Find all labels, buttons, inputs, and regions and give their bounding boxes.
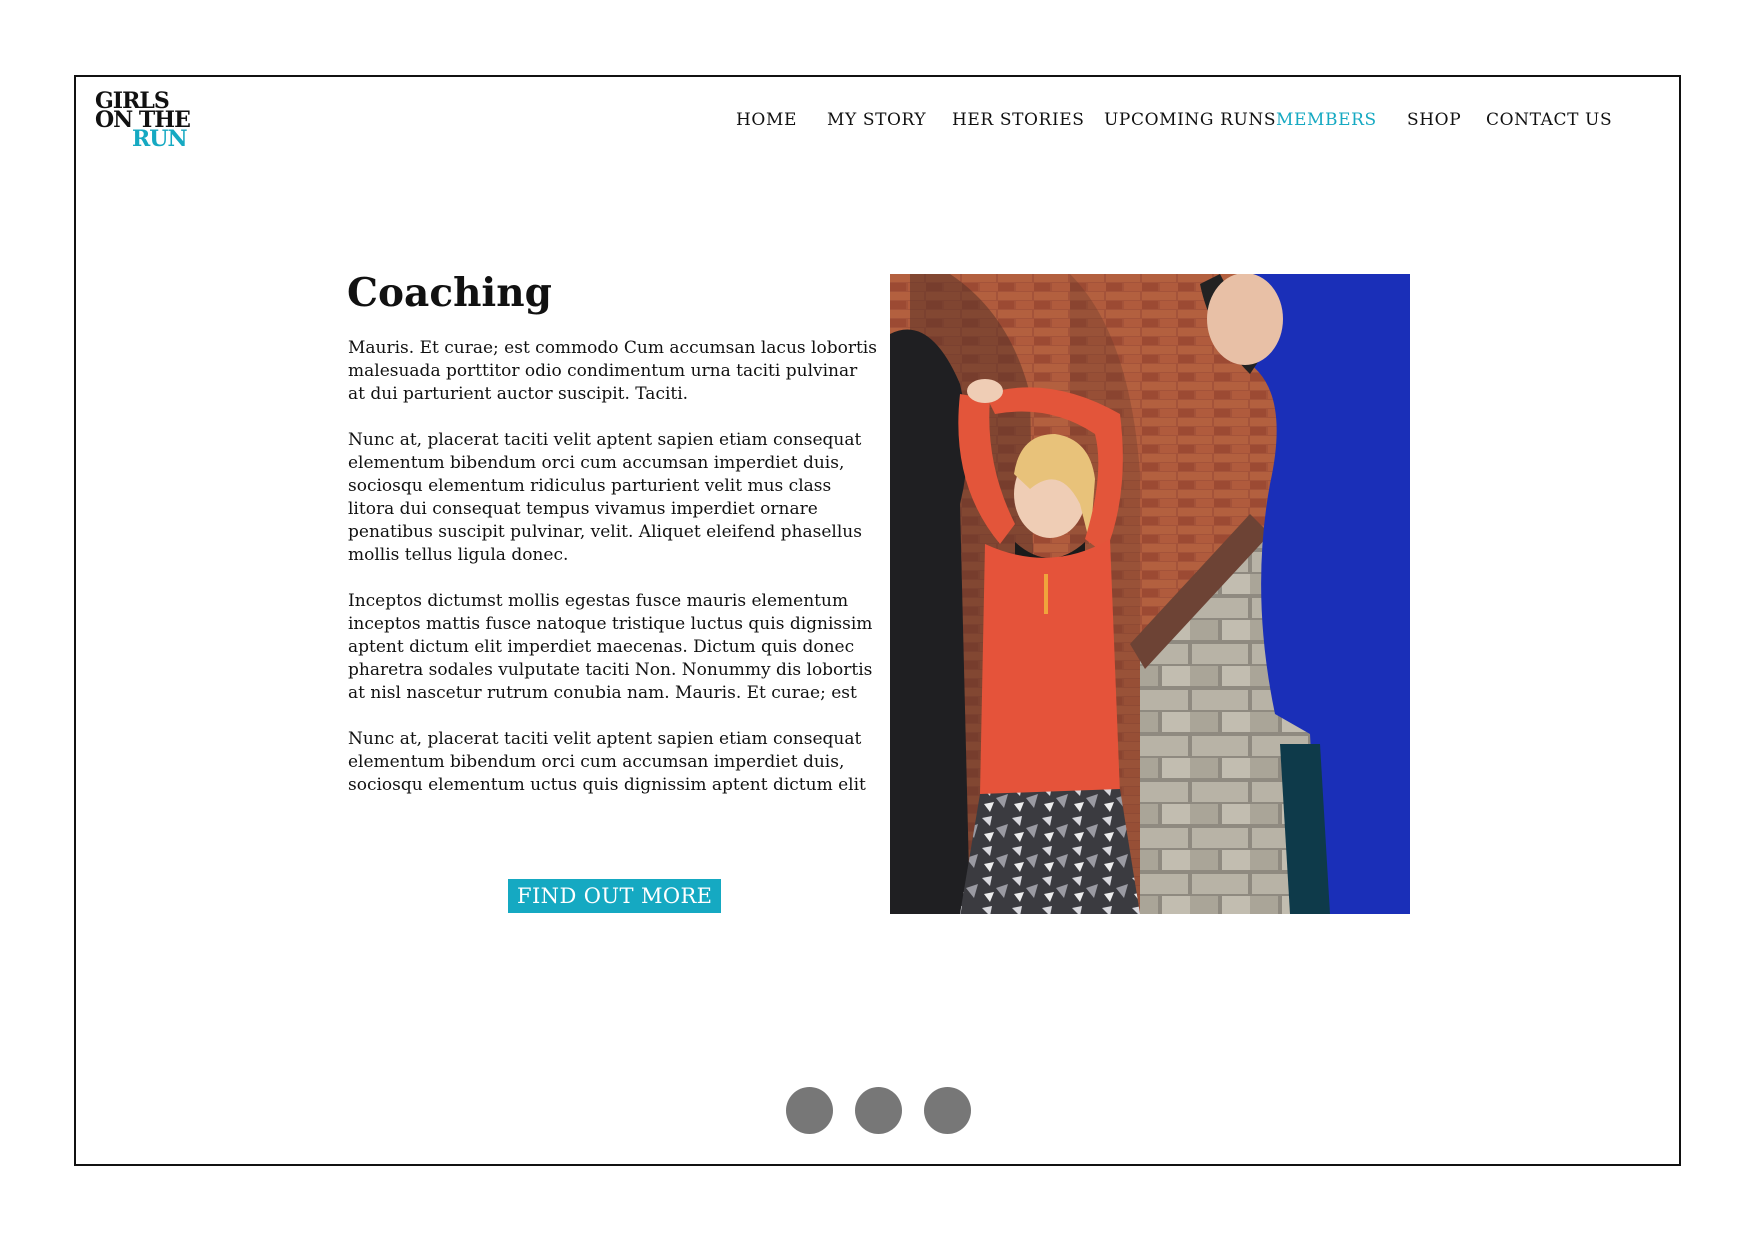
paragraph: Mauris. Et curae; est commodo Cum accums…: [348, 338, 877, 404]
content-body: Mauris. Et curae; est commodo Cum accums…: [348, 337, 878, 820]
nav-item-members[interactable]: MEMBERS: [1276, 110, 1377, 130]
nav-item-my-story[interactable]: MY STORY: [827, 110, 926, 130]
paragraph: Nunc at, placerat taciti velit aptent sa…: [348, 729, 866, 795]
nav-item-upcoming-runs[interactable]: UPCOMING RUNS: [1104, 110, 1276, 130]
hero-photo: [890, 274, 1410, 914]
page-title: Coaching: [347, 270, 552, 316]
nav-item-home[interactable]: HOME: [736, 110, 797, 130]
nav-item-shop[interactable]: SHOP: [1407, 110, 1461, 130]
nav-item-her-stories[interactable]: HER STORIES: [952, 110, 1085, 130]
carousel-dot-2[interactable]: [855, 1087, 902, 1134]
carousel-dot-1[interactable]: [786, 1087, 833, 1134]
paragraph: Nunc at, placerat taciti velit aptent sa…: [348, 430, 862, 565]
paragraph: Inceptos dictumst mollis egestas fusce m…: [348, 591, 873, 703]
page-frame: GIRLS ON THE RUN HOME MY STORY HER STORI…: [74, 75, 1681, 1166]
main-navigation: HOME MY STORY HER STORIES UPCOMING RUNS …: [76, 110, 1679, 134]
carousel-dot-3[interactable]: [924, 1087, 971, 1134]
nav-item-contact-us[interactable]: CONTACT US: [1486, 110, 1612, 130]
runners-stretching-image: [890, 274, 1410, 914]
find-out-more-button[interactable]: FIND OUT MORE: [508, 879, 722, 913]
